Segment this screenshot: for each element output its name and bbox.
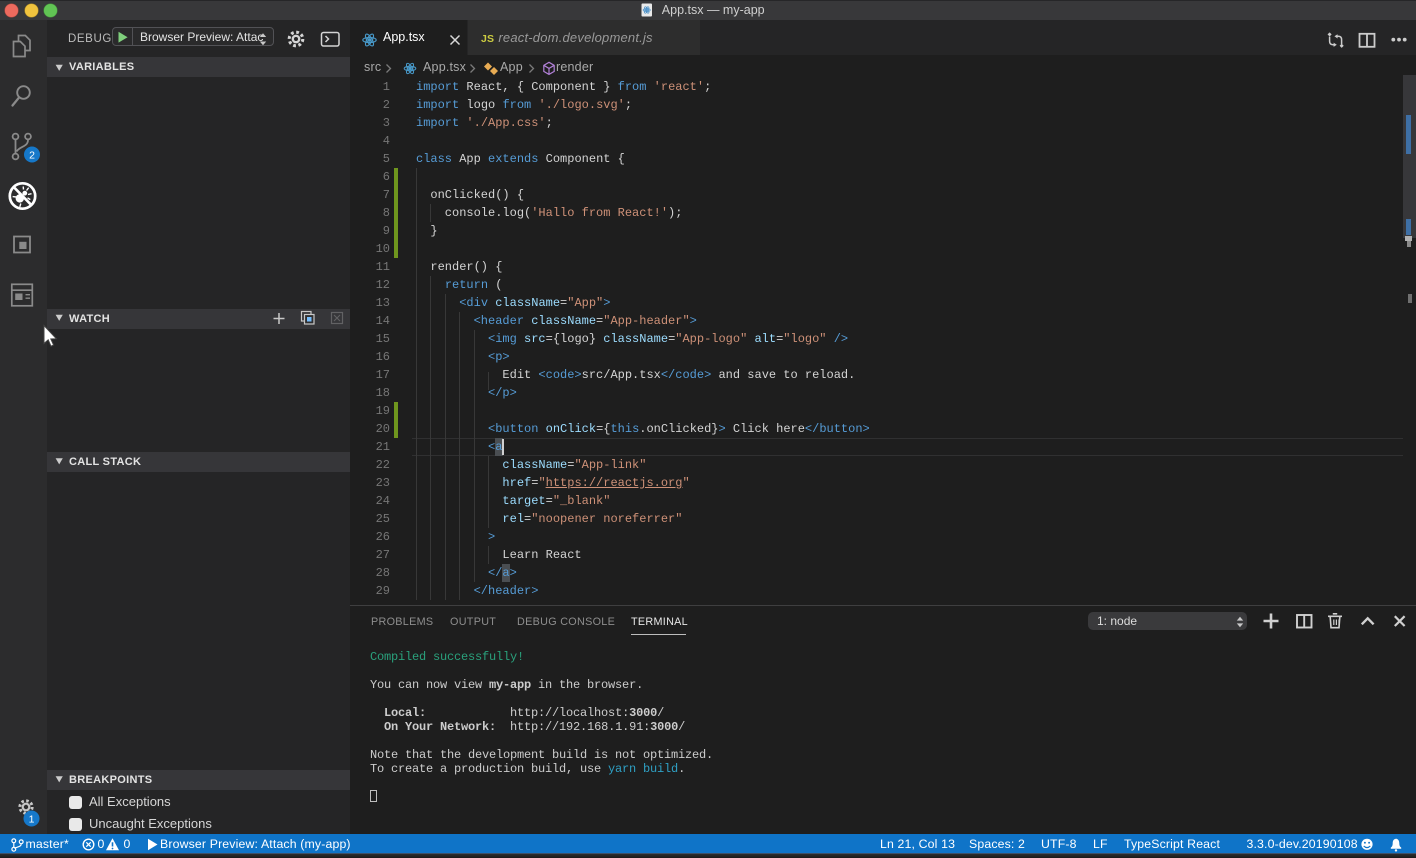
- svg-text:2: 2: [29, 149, 35, 161]
- svg-text:1: 1: [29, 813, 35, 825]
